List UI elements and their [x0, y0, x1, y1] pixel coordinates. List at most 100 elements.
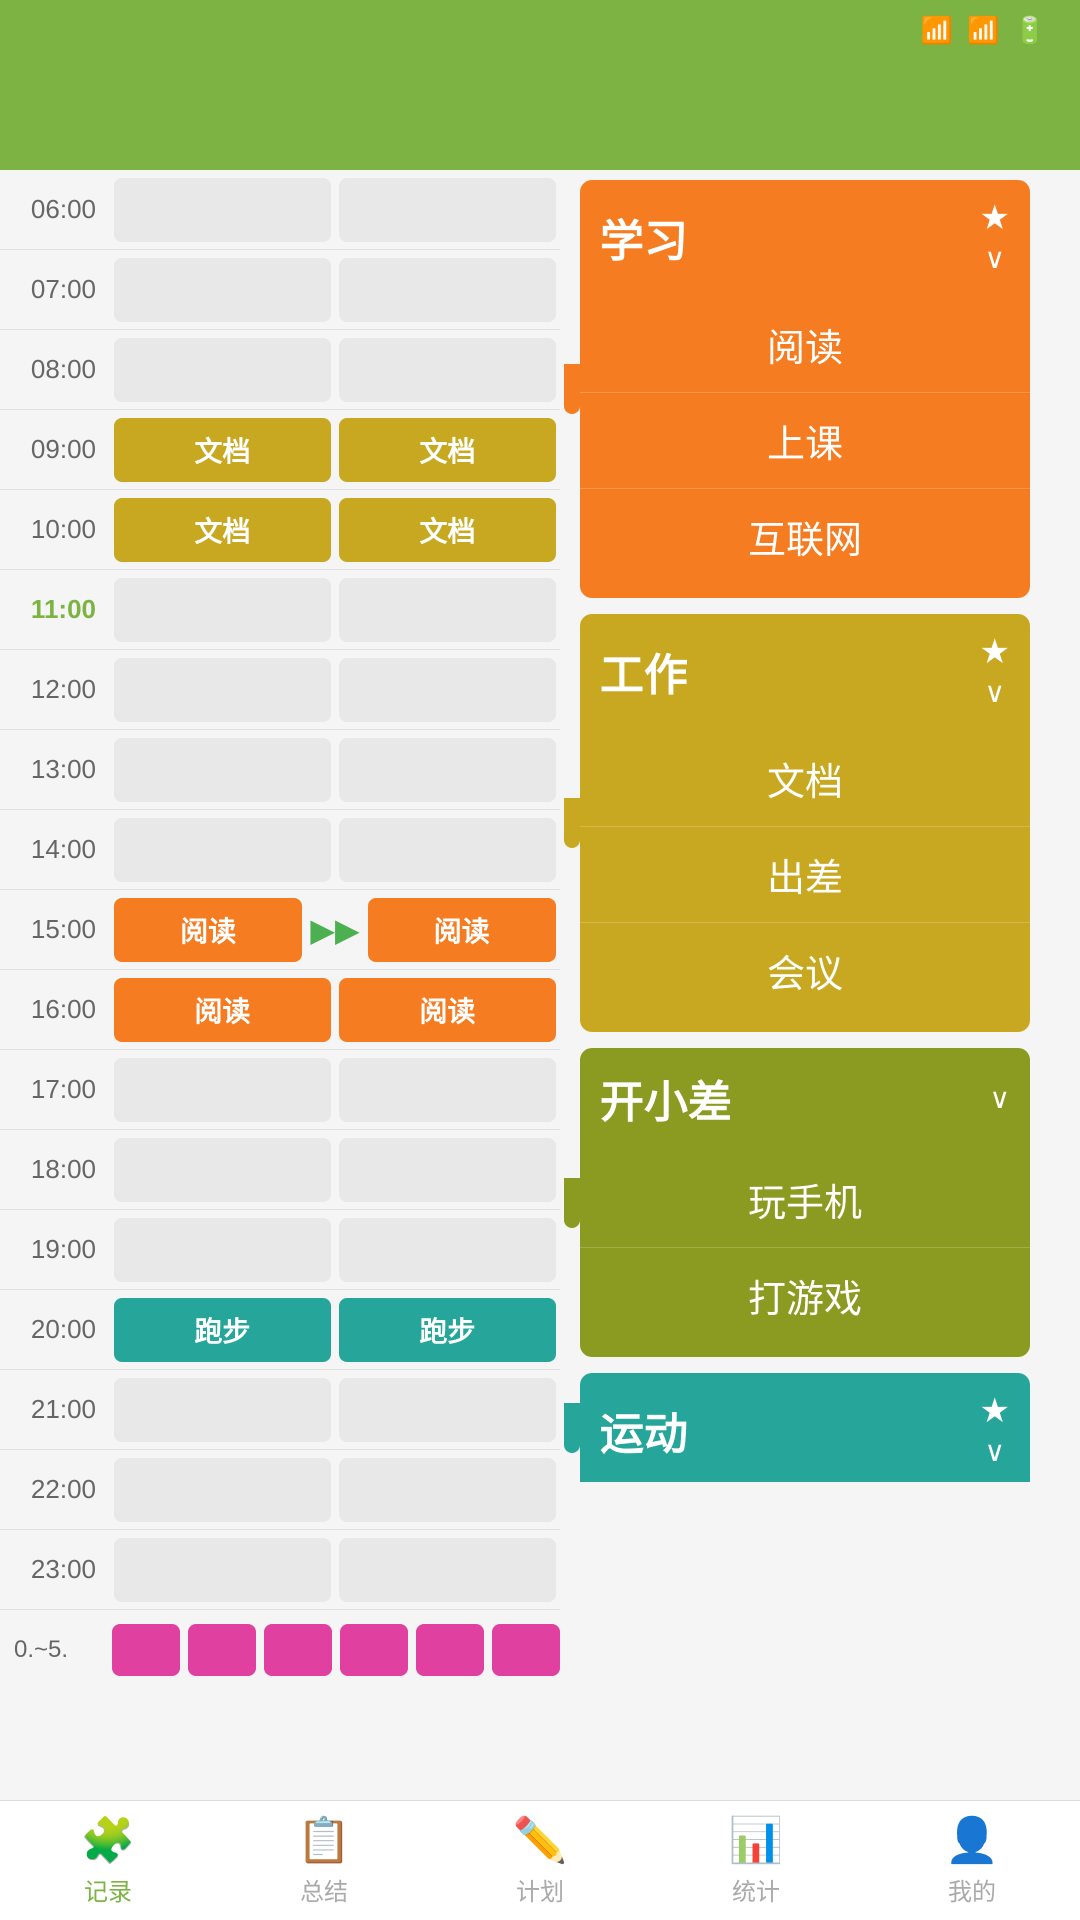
- timeline-row: 23:00: [0, 1530, 560, 1610]
- time-slot-col1[interactable]: [114, 1058, 331, 1122]
- time-slot-col2[interactable]: [339, 738, 556, 802]
- time-slot-col1[interactable]: [114, 1458, 331, 1522]
- time-slot-col2[interactable]: [339, 258, 556, 322]
- category-item[interactable]: 玩手机: [580, 1152, 1030, 1248]
- category-card-work: 工作★∨文档出差会议: [580, 614, 1030, 1032]
- time-slot-col1[interactable]: 文档: [114, 498, 331, 562]
- category-header-study[interactable]: 学习★∨: [580, 180, 1030, 289]
- time-slot-col1[interactable]: 阅读: [114, 978, 331, 1042]
- chevron-down-icon[interactable]: ∨: [990, 1082, 1011, 1115]
- wifi-icon: 📶: [921, 15, 953, 46]
- record-nav-icon: 🧩: [81, 1814, 136, 1866]
- time-slot-col2[interactable]: 阅读: [368, 898, 556, 962]
- battery-icon: 🔋: [1014, 15, 1050, 46]
- time-slot-col2[interactable]: [339, 658, 556, 722]
- nav-item-record[interactable]: 🧩记录: [81, 1814, 136, 1907]
- time-slot-col1[interactable]: [114, 738, 331, 802]
- category-header-work[interactable]: 工作★∨: [580, 614, 1030, 723]
- time-slot-col2[interactable]: [339, 578, 556, 642]
- chevron-down-icon[interactable]: ∨: [985, 1435, 1006, 1468]
- time-slot-col1[interactable]: [114, 1538, 331, 1602]
- time-slot-col2[interactable]: [339, 1218, 556, 1282]
- nav-item-stats[interactable]: 📊统计: [729, 1814, 784, 1907]
- timeline-row: 18:00: [0, 1130, 560, 1210]
- category-item[interactable]: 上课: [580, 393, 1030, 489]
- time-slot-col2[interactable]: [339, 1138, 556, 1202]
- time-label: 17:00: [0, 1074, 110, 1105]
- day-pill[interactable]: [188, 1624, 256, 1676]
- time-slot-col1[interactable]: [114, 258, 331, 322]
- time-slot-col1[interactable]: [114, 1138, 331, 1202]
- timeline-row: 10:00文档文档: [0, 490, 560, 570]
- timeline-row: 06:00: [0, 170, 560, 250]
- time-slot-col1[interactable]: [114, 178, 331, 242]
- signal-icon: 📶: [967, 15, 999, 46]
- time-slot-col2[interactable]: 阅读: [339, 978, 556, 1042]
- chevron-down-icon[interactable]: ∨: [985, 676, 1006, 709]
- time-slot-col1[interactable]: [114, 1378, 331, 1442]
- category-item[interactable]: 会议: [580, 923, 1030, 1018]
- timeline-row: 08:00: [0, 330, 560, 410]
- category-header-slack[interactable]: 开小差 ∨: [580, 1048, 1030, 1144]
- time-slot-col2[interactable]: [339, 178, 556, 242]
- day-pill[interactable]: [492, 1624, 560, 1676]
- nav-item-mine[interactable]: 👤 我的: [945, 1814, 1000, 1907]
- time-slot-col1[interactable]: [114, 578, 331, 642]
- time-slot-col2[interactable]: [339, 1458, 556, 1522]
- mine-nav-label: 我的: [948, 1872, 996, 1907]
- category-item[interactable]: 阅读: [580, 297, 1030, 393]
- category-icons-study: ★∨: [980, 198, 1010, 275]
- nav-item-plan[interactable]: ✏️计划: [513, 1814, 568, 1907]
- app-header: [0, 60, 1080, 170]
- time-slot-col1[interactable]: 阅读: [114, 898, 302, 962]
- time-label: 12:00: [0, 674, 110, 705]
- time-slot-col2[interactable]: 文档: [339, 498, 556, 562]
- time-slot-col2[interactable]: 跑步: [339, 1298, 556, 1362]
- category-items-study: 阅读上课互联网: [580, 289, 1030, 598]
- time-slot-col1[interactable]: 文档: [114, 418, 331, 482]
- pills-row: 0.~5.: [0, 1610, 560, 1690]
- timeline-row: 11:00: [0, 570, 560, 650]
- time-slot-col2[interactable]: [339, 1058, 556, 1122]
- timeline-row: 16:00阅读阅读: [0, 970, 560, 1050]
- day-pill[interactable]: [416, 1624, 484, 1676]
- time-slot-col1[interactable]: [114, 1218, 331, 1282]
- day-pill[interactable]: [264, 1624, 332, 1676]
- day-pill[interactable]: [112, 1624, 180, 1676]
- time-slot-col1[interactable]: [114, 658, 331, 722]
- chevron-down-icon[interactable]: ∨: [985, 242, 1006, 275]
- timeline-row: 22:00: [0, 1450, 560, 1530]
- bottom-nav: 🧩记录 📋总结 ✏️计划 📊统计 👤 我的: [0, 1800, 1080, 1920]
- star-icon: ★: [980, 198, 1010, 238]
- category-icons-sport: ★∨: [980, 1391, 1010, 1468]
- day-pill[interactable]: [340, 1624, 408, 1676]
- time-slot-col1[interactable]: [114, 818, 331, 882]
- time-label: 22:00: [0, 1474, 110, 1505]
- time-slot-col1[interactable]: 跑步: [114, 1298, 331, 1362]
- time-slot-col2[interactable]: [339, 338, 556, 402]
- category-item[interactable]: 文档: [580, 731, 1030, 827]
- time-label: 16:00: [0, 994, 110, 1025]
- nav-item-summary[interactable]: 📋总结: [297, 1814, 352, 1907]
- category-item[interactable]: 互联网: [580, 489, 1030, 584]
- category-item[interactable]: 打游戏: [580, 1248, 1030, 1343]
- timeline-row: 13:00: [0, 730, 560, 810]
- time-slot-col1[interactable]: [114, 338, 331, 402]
- time-label: 15:00: [0, 914, 110, 945]
- category-header-sport[interactable]: 运动★∨: [580, 1373, 1030, 1482]
- time-label: 20:00: [0, 1314, 110, 1345]
- time-slot-col2[interactable]: [339, 1378, 556, 1442]
- star-icon: ★: [980, 632, 1010, 672]
- time-slot-col2[interactable]: [339, 818, 556, 882]
- category-icons-work: ★∨: [980, 632, 1010, 709]
- time-label: 10:00: [0, 514, 110, 545]
- category-item[interactable]: 出差: [580, 827, 1030, 923]
- plan-nav-icon: ✏️: [513, 1814, 568, 1866]
- category-title-slack: 开小差: [600, 1066, 732, 1130]
- time-slot-col2[interactable]: [339, 1538, 556, 1602]
- mine-nav-icon: 👤: [945, 1814, 1000, 1866]
- time-slot-col2[interactable]: 文档: [339, 418, 556, 482]
- category-card-slack: 开小差 ∨ 玩手机打游戏: [580, 1048, 1030, 1357]
- categories-panel: 学习★∨阅读上课互联网工作★∨文档出差会议开小差∨玩手机打游戏运动★∨: [560, 170, 1040, 1800]
- summary-nav-label: 总结: [300, 1872, 348, 1907]
